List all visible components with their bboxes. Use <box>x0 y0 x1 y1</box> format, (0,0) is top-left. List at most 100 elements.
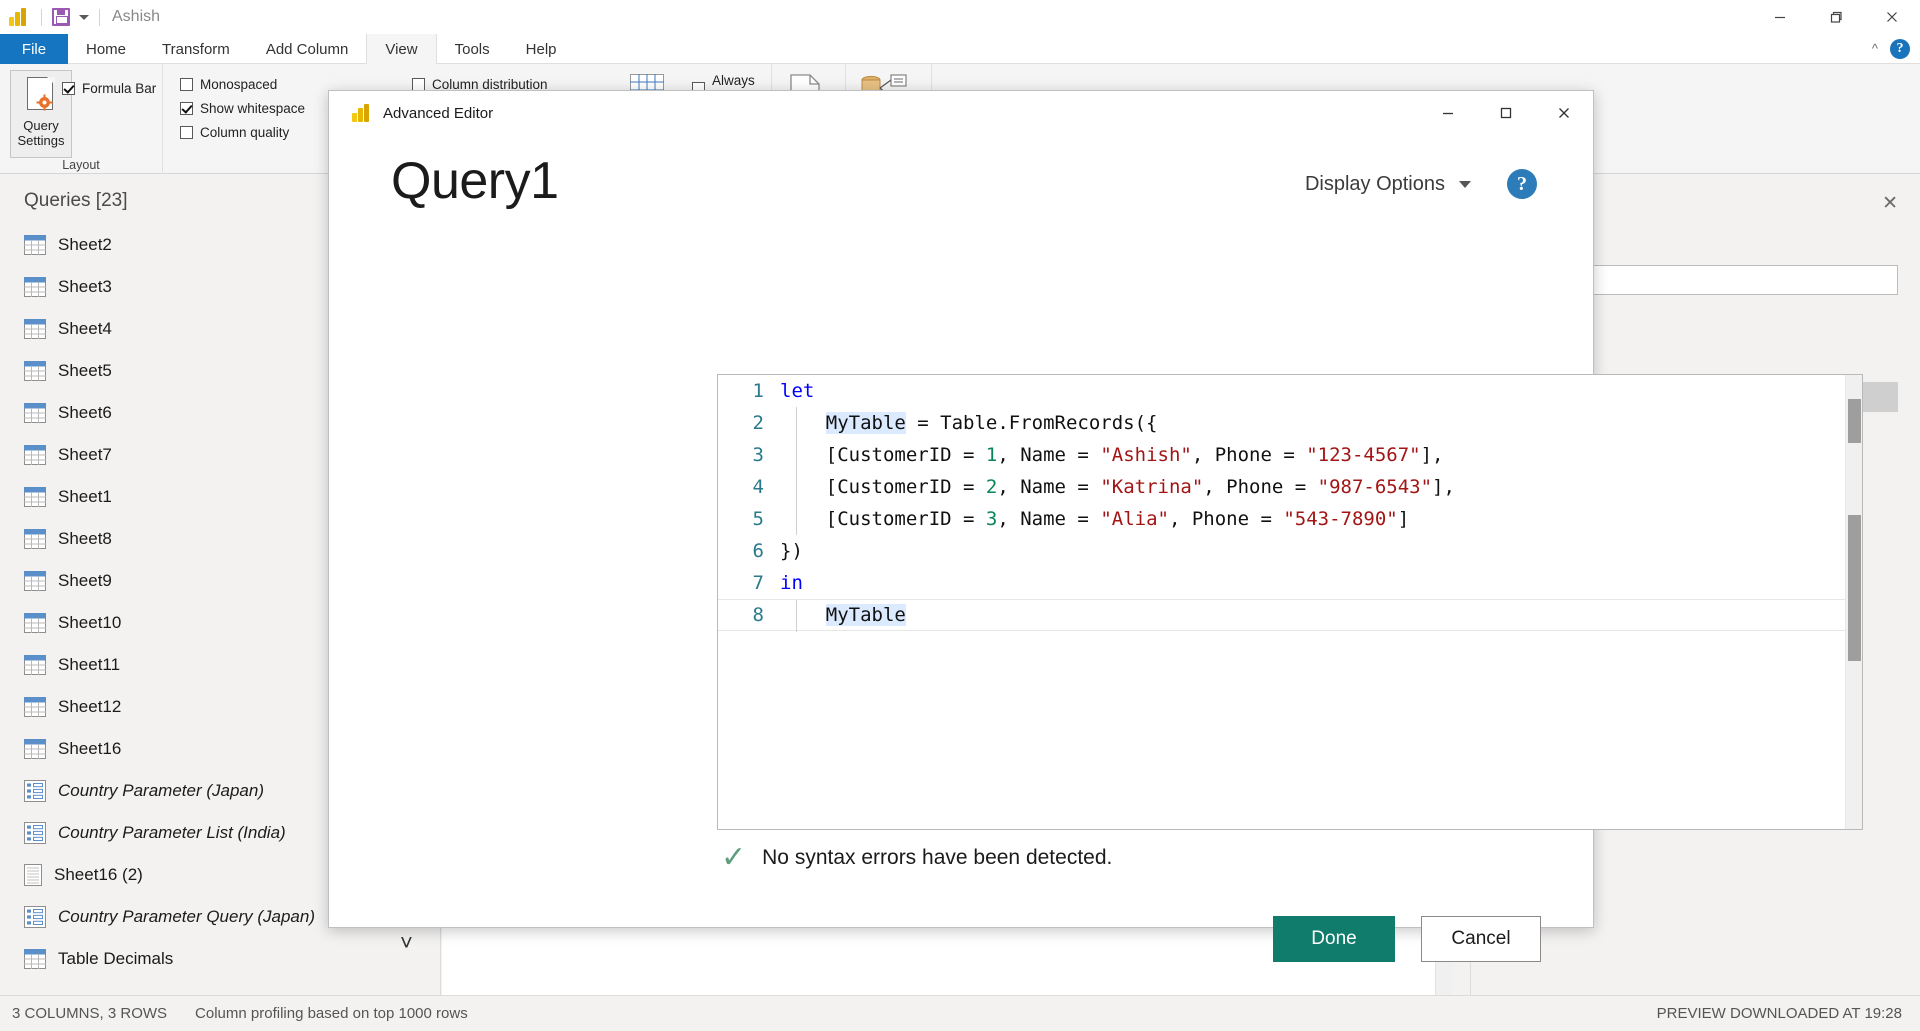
code-line-text: }) <box>780 540 803 562</box>
code-line[interactable]: 8 MyTable <box>718 599 1862 631</box>
minimize-button[interactable] <box>1752 0 1808 34</box>
line-number: 3 <box>718 444 780 466</box>
dialog-window-controls <box>1419 91 1593 135</box>
query-list-item-label: Sheet11 <box>58 655 120 675</box>
advanced-editor-dialog: Advanced Editor Query1 <box>328 90 1594 928</box>
line-number: 6 <box>718 540 780 562</box>
display-options-dropdown[interactable]: Display Options <box>1305 173 1471 196</box>
table-icon <box>24 529 46 549</box>
code-line-text: MyTable <box>780 604 906 626</box>
line-number: 8 <box>718 604 780 626</box>
title-bar: Ashish <box>0 0 1920 34</box>
table-icon <box>24 319 46 339</box>
status-preview-downloaded: PREVIEW DOWNLOADED AT 19:28 <box>1657 1005 1920 1022</box>
chevron-down-icon[interactable] <box>79 15 89 20</box>
scrollbar-thumb[interactable] <box>1848 515 1861 661</box>
query-list-item-label: Sheet3 <box>58 277 112 297</box>
tab-transform[interactable]: Transform <box>144 34 248 64</box>
query-list-item-label: Sheet8 <box>58 529 112 549</box>
chevron-up-icon[interactable]: ^ <box>1872 41 1878 56</box>
query-list-item-label: Sheet16 <box>58 739 121 759</box>
checkbox-box[interactable] <box>180 78 193 91</box>
indent-guide <box>796 600 797 632</box>
dialog-title-bar: Advanced Editor <box>329 91 1593 135</box>
checkbox-box[interactable] <box>180 102 193 115</box>
checkbox-column-quality[interactable]: Column quality <box>180 120 305 144</box>
query-list-item-label: Sheet12 <box>58 697 121 717</box>
table-icon <box>24 949 46 969</box>
code-body[interactable]: 1let2 MyTable = Table.FromRecords({3 [Cu… <box>718 375 1862 631</box>
checkbox-formula-bar[interactable]: Formula Bar <box>62 76 156 100</box>
code-line[interactable]: 7in <box>718 567 1862 599</box>
display-options-label: Display Options <box>1305 173 1445 196</box>
list-icon <box>24 864 42 886</box>
line-number: 5 <box>718 508 780 530</box>
dialog-header-actions: Display Options ? <box>1305 169 1537 207</box>
editor-scrollbar[interactable] <box>1845 375 1862 829</box>
help-icon[interactable]: ? <box>1890 39 1910 59</box>
code-line[interactable]: 1let <box>718 375 1862 407</box>
dialog-close-button[interactable] <box>1535 91 1593 135</box>
query-name-heading: Query1 <box>391 155 559 207</box>
parameter-icon <box>24 822 46 844</box>
chevron-down-icon[interactable]: ˅ <box>400 930 413 956</box>
line-number: 4 <box>718 476 780 498</box>
scrollbar-thumb[interactable] <box>1848 399 1861 443</box>
checkbox-label: Show whitespace <box>200 101 305 116</box>
checkbox-show-whitespace[interactable]: Show whitespace <box>180 96 305 120</box>
query-list-item-label: Table Decimals <box>58 949 173 969</box>
table-icon <box>24 571 46 591</box>
table-icon <box>24 277 46 297</box>
code-line-text: MyTable = Table.FromRecords({ <box>780 412 1158 434</box>
help-icon[interactable]: ? <box>1507 169 1537 199</box>
maximize-restore-button[interactable] <box>1808 0 1864 34</box>
checkbox-label: Monospaced <box>200 77 277 92</box>
tab-view[interactable]: View <box>366 34 436 64</box>
table-icon <box>24 361 46 381</box>
gear-icon <box>36 94 53 111</box>
dialog-maximize-button[interactable] <box>1477 91 1535 135</box>
indent-guide <box>796 439 797 471</box>
power-bi-logo-icon <box>9 8 31 26</box>
dialog-minimize-button[interactable] <box>1419 91 1477 135</box>
code-line[interactable]: 6}) <box>718 535 1862 567</box>
query-list-item-label: Sheet2 <box>58 235 112 255</box>
status-bar: 3 COLUMNS, 3 ROWS Column profiling based… <box>0 995 1920 1031</box>
code-line[interactable]: 3 [CustomerID = 1, Name = "Ashish", Phon… <box>718 439 1862 471</box>
checkbox-monospaced[interactable]: Monospaced <box>180 72 305 96</box>
tab-add-column[interactable]: Add Column <box>248 34 367 64</box>
status-profiling[interactable]: Column profiling based on top 1000 rows <box>195 1005 468 1022</box>
query-list-item[interactable]: Table Decimals <box>0 938 440 980</box>
line-number: 1 <box>718 380 780 402</box>
close-button[interactable] <box>1864 0 1920 34</box>
syntax-status-message: No syntax errors have been detected. <box>762 846 1112 870</box>
syntax-status: ✓ No syntax errors have been detected. <box>721 843 1112 873</box>
ribbon-group-label-layout: Layout <box>0 158 162 172</box>
checkbox-box[interactable] <box>412 78 425 91</box>
checkbox-box[interactable] <box>180 126 193 139</box>
tab-help[interactable]: Help <box>508 34 575 64</box>
checkbox-box[interactable] <box>62 82 75 95</box>
tab-file[interactable]: File <box>0 34 68 64</box>
table-icon <box>24 697 46 717</box>
code-line-text: [CustomerID = 2, Name = "Katrina", Phone… <box>780 476 1455 498</box>
code-line[interactable]: 5 [CustomerID = 3, Name = "Alia", Phone … <box>718 503 1862 535</box>
indent-guide <box>796 503 797 535</box>
window-controls <box>1752 0 1920 34</box>
query-list-item-label: Sheet7 <box>58 445 112 465</box>
tab-home[interactable]: Home <box>68 34 144 64</box>
m-code-editor[interactable]: 1let2 MyTable = Table.FromRecords({3 [Cu… <box>717 374 1863 830</box>
done-button[interactable]: Done <box>1273 916 1395 962</box>
parameter-icon <box>24 906 46 928</box>
save-icon[interactable] <box>52 8 70 26</box>
close-icon[interactable]: ✕ <box>1882 192 1898 215</box>
code-line-text: [CustomerID = 3, Name = "Alia", Phone = … <box>780 508 1409 530</box>
query-list-item-label: Sheet6 <box>58 403 112 423</box>
code-line[interactable]: 2 MyTable = Table.FromRecords({ <box>718 407 1862 439</box>
divider <box>41 9 42 26</box>
cancel-button[interactable]: Cancel <box>1421 916 1541 962</box>
checkbox-label: Formula Bar <box>82 81 156 96</box>
power-bi-logo-icon <box>352 104 374 122</box>
tab-tools[interactable]: Tools <box>437 34 508 64</box>
code-line[interactable]: 4 [CustomerID = 2, Name = "Katrina", Pho… <box>718 471 1862 503</box>
